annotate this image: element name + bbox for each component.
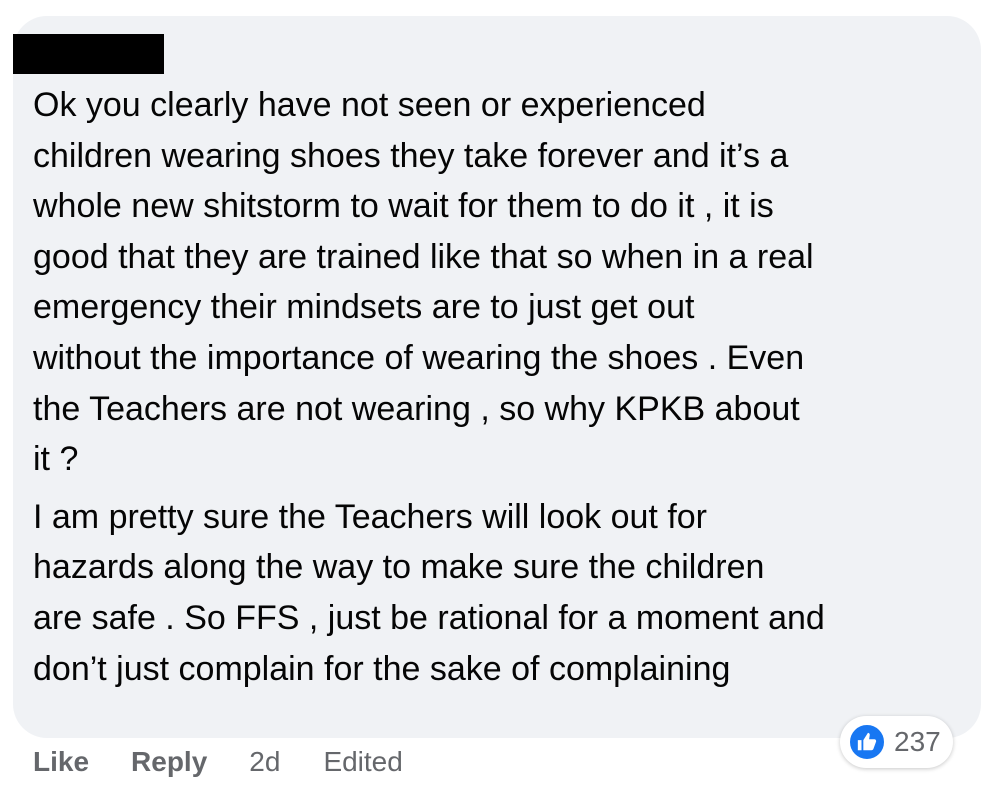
- reaction-count: 237: [894, 726, 941, 757]
- timestamp[interactable]: 2d: [249, 746, 280, 778]
- comment-body: Ok you clearly have not seen or experien…: [33, 80, 968, 694]
- like-button[interactable]: Like: [33, 746, 89, 778]
- author-name-redacted: [13, 34, 164, 74]
- reply-button[interactable]: Reply: [131, 746, 207, 778]
- comment-bubble: Ok you clearly have not seen or experien…: [13, 16, 981, 738]
- comment-screenshot: Ok you clearly have not seen or experien…: [0, 0, 1000, 796]
- thumbs-up-icon: [848, 723, 886, 761]
- reaction-summary[interactable]: 237: [840, 716, 953, 768]
- comment-actions: Like Reply 2d Edited: [33, 742, 403, 782]
- comment-paragraph: I am pretty sure the Teachers will look …: [33, 497, 825, 688]
- edited-label: Edited: [323, 746, 403, 777]
- comment-paragraph: Ok you clearly have not seen or experien…: [33, 86, 814, 479]
